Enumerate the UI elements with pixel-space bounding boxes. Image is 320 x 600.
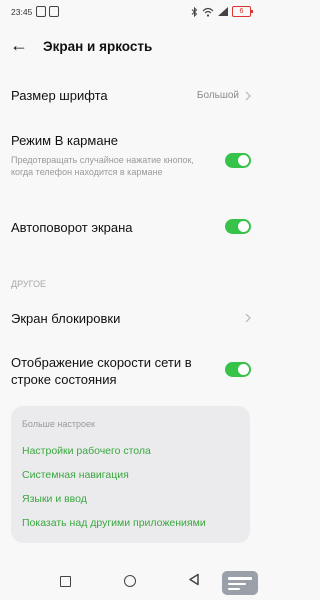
- page-title: Экран и яркость: [43, 39, 153, 54]
- auto-rotate-toggle[interactable]: [225, 219, 251, 234]
- recents-icon[interactable]: [60, 576, 71, 587]
- notification-icon: [49, 6, 59, 17]
- navigation-bar: [0, 565, 263, 600]
- status-icons: 6: [191, 6, 253, 17]
- link-language-input[interactable]: Языки и ввод: [22, 493, 87, 505]
- status-time: 23:45: [11, 7, 33, 17]
- pocket-mode-toggle[interactable]: [225, 153, 251, 168]
- section-label-other: ДРУГОЕ: [11, 279, 46, 289]
- auto-rotate-label: Автоповорот экрана: [11, 220, 133, 235]
- net-speed-toggle[interactable]: [225, 362, 251, 377]
- battery-icon: 6: [232, 6, 253, 17]
- signal-icon: [218, 7, 228, 16]
- home-icon[interactable]: [124, 575, 136, 587]
- pocket-mode-label: Режим В кармане: [11, 133, 118, 148]
- font-size-label: Размер шрифта: [11, 88, 108, 103]
- pocket-mode-description: Предотвращать случайное нажатие кнопок, …: [11, 155, 194, 177]
- chevron-right-icon: [245, 313, 251, 323]
- chevron-right-icon: [245, 91, 251, 101]
- notification-icon: [36, 6, 46, 17]
- status-bar: 23:45 6: [0, 0, 263, 28]
- back-arrow-icon[interactable]: ←: [10, 36, 28, 54]
- font-size-value: Большой: [196, 90, 239, 101]
- link-desktop-settings[interactable]: Настройки рабочего стола: [22, 445, 151, 457]
- back-triangle-icon[interactable]: [188, 573, 200, 586]
- lock-screen-label: Экран блокировки: [11, 311, 121, 326]
- net-speed-label: Отображение скорости сети в строке состо…: [11, 355, 192, 387]
- bluetooth-icon: [191, 6, 198, 17]
- more-settings-header: Больше настроек: [22, 419, 95, 429]
- notification-icons: [36, 6, 59, 17]
- battery-level: 6: [239, 8, 244, 15]
- wifi-icon: [202, 7, 214, 17]
- link-system-navigation[interactable]: Системная навигация: [22, 469, 129, 481]
- watermark-logo-icon: [222, 571, 258, 595]
- more-settings-card: Больше настроек Настройки рабочего стола…: [11, 406, 250, 543]
- app-header: ← Экран и яркость: [0, 34, 263, 60]
- link-display-over-apps[interactable]: Показать над другими приложениями: [22, 517, 206, 529]
